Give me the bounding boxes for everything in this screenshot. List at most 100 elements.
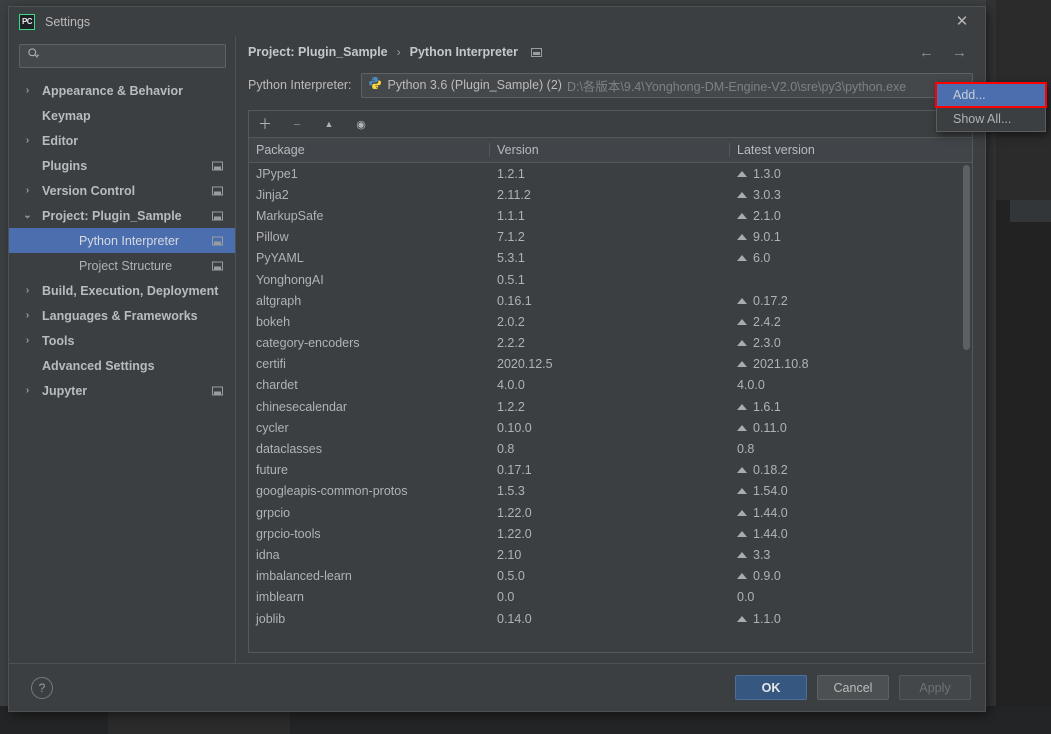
- sidebar-item-plugins[interactable]: Plugins: [9, 153, 235, 178]
- sidebar-item-advanced-settings[interactable]: Advanced Settings: [9, 353, 235, 378]
- table-row[interactable]: googleapis-common-protos1.5.31.54.0: [249, 481, 972, 502]
- column-header-latest-version[interactable]: Latest version: [730, 143, 972, 157]
- dialog-body: ›Appearance & Behavior Keymap ›Editor Plugi…: [9, 36, 985, 663]
- chevron-down-icon[interactable]: ⌄: [21, 210, 34, 221]
- chevron-right-icon[interactable]: ›: [21, 285, 34, 296]
- cell-version: 7.1.2: [490, 230, 730, 244]
- table-row[interactable]: dataclasses0.80.8: [249, 438, 972, 459]
- cell-latest-version: 3.0.3: [730, 188, 972, 202]
- column-header-package[interactable]: Package: [249, 143, 490, 157]
- sidebar-item-project-structure[interactable]: Project Structure: [9, 253, 235, 278]
- chevron-right-icon[interactable]: ›: [21, 135, 34, 146]
- latest-version-text: 1.6.1: [753, 400, 781, 414]
- table-row[interactable]: chinesecalendar1.2.21.6.1: [249, 396, 972, 417]
- cell-latest-version: 3.3: [730, 548, 972, 562]
- sidebar-item-appearance-behavior[interactable]: ›Appearance & Behavior: [9, 78, 235, 103]
- python-icon: [368, 76, 388, 95]
- table-row[interactable]: imbalanced-learn0.5.00.9.0: [249, 566, 972, 587]
- table-row[interactable]: idna2.103.3: [249, 544, 972, 565]
- table-row[interactable]: cycler0.10.00.11.0: [249, 417, 972, 438]
- chevron-right-icon[interactable]: ›: [21, 85, 34, 96]
- ide-right-panel-upper: [996, 132, 1051, 200]
- sidebar-item-jupyter[interactable]: ›Jupyter: [9, 378, 235, 403]
- latest-version-text: 0.8: [737, 442, 754, 456]
- dropdown-item-show-all[interactable]: Show All...: [937, 107, 1045, 131]
- help-button[interactable]: ?: [31, 677, 53, 699]
- upgrade-available-icon: [737, 488, 747, 494]
- sidebar-item-version-control[interactable]: › Version Control: [9, 178, 235, 203]
- ok-button[interactable]: OK: [735, 675, 807, 700]
- table-row[interactable]: chardet4.0.04.0.0: [249, 375, 972, 396]
- table-row[interactable]: MarkupSafe1.1.12.1.0: [249, 205, 972, 226]
- chevron-right-icon[interactable]: ›: [21, 310, 34, 321]
- close-icon[interactable]: ✕: [939, 7, 985, 36]
- table-row[interactable]: Pillow7.1.29.0.1: [249, 227, 972, 248]
- interpreter-path: D:\各版本\9.4\Yonghong-DM-Engine-V2.0\sre\p…: [567, 76, 950, 95]
- table-row[interactable]: future0.17.10.18.2: [249, 460, 972, 481]
- sidebar-item-project-plugin-sample[interactable]: ⌄Project: Plugin_Sample: [9, 203, 235, 228]
- column-header-version[interactable]: Version: [490, 143, 730, 157]
- sidebar-item-label: Plugins: [42, 159, 87, 173]
- interpreter-combobox[interactable]: Python 3.6 (Plugin_Sample) (2) D:\各版本\9.…: [361, 73, 973, 98]
- table-row[interactable]: Jinja22.11.23.0.3: [249, 184, 972, 205]
- modified-badge-icon: [531, 48, 542, 57]
- settings-content: Project: Plugin_Sample › Python Interpre…: [236, 36, 985, 663]
- upgrade-available-icon: [737, 192, 747, 198]
- table-row[interactable]: JPype11.2.11.3.0: [249, 163, 972, 184]
- cell-version: 0.5.0: [490, 569, 730, 583]
- cell-version: 0.5.1: [490, 273, 730, 287]
- chevron-right-icon[interactable]: ›: [21, 185, 34, 196]
- cancel-button[interactable]: Cancel: [817, 675, 889, 700]
- cell-version: 1.2.1: [490, 167, 730, 181]
- search-box[interactable]: [19, 44, 226, 68]
- packages-scrollbar-thumb[interactable]: [963, 165, 970, 350]
- upgrade-icon[interactable]: ▲: [321, 116, 337, 132]
- search-input[interactable]: [40, 49, 225, 63]
- cell-latest-version: 1.44.0: [730, 506, 972, 520]
- sidebar-item-python-interpreter[interactable]: Python Interpreter: [9, 228, 235, 253]
- packages-scrollbar[interactable]: [962, 163, 971, 652]
- upgrade-available-icon: [737, 573, 747, 579]
- settings-dialog: PC Settings ✕ ›Appearance & Beha: [8, 6, 986, 712]
- forward-arrow-icon[interactable]: →: [952, 45, 967, 60]
- chevron-right-icon[interactable]: ›: [21, 385, 34, 396]
- table-row[interactable]: YonghongAI0.5.1: [249, 269, 972, 290]
- cell-version: 2.0.2: [490, 315, 730, 329]
- table-row[interactable]: grpcio-tools1.22.01.44.0: [249, 523, 972, 544]
- search-icon: [27, 47, 40, 65]
- remove-icon[interactable]: −: [289, 116, 305, 132]
- sidebar-item-label: Version Control: [42, 184, 135, 198]
- upgrade-available-icon: [737, 552, 747, 558]
- table-row[interactable]: category-encoders2.2.22.3.0: [249, 333, 972, 354]
- table-row[interactable]: bokeh2.0.22.4.2: [249, 311, 972, 332]
- add-icon[interactable]: ＋: [257, 116, 273, 132]
- dropdown-item-add[interactable]: Add...: [937, 83, 1045, 107]
- table-row[interactable]: PyYAML5.3.16.0: [249, 248, 972, 269]
- module-badge-icon: [212, 236, 223, 245]
- table-row[interactable]: altgraph0.16.10.17.2: [249, 290, 972, 311]
- sidebar-item-editor[interactable]: ›Editor: [9, 128, 235, 153]
- table-row[interactable]: imblearn0.00.0: [249, 587, 972, 608]
- sidebar-item-build-execution-deployment[interactable]: ›Build, Execution, Deployment: [9, 278, 235, 303]
- table-row[interactable]: certifi2020.12.52021.10.8: [249, 354, 972, 375]
- sidebar-item-tools[interactable]: ›Tools: [9, 328, 235, 353]
- interpreter-name: Python 3.6 (Plugin_Sample) (2): [388, 78, 562, 92]
- show-early-releases-icon[interactable]: ◉: [353, 116, 369, 132]
- sidebar-item-languages-frameworks[interactable]: ›Languages & Frameworks: [9, 303, 235, 328]
- back-arrow-icon[interactable]: ←: [919, 45, 934, 60]
- breadcrumb: Project: Plugin_Sample › Python Interpre…: [236, 36, 985, 68]
- latest-version-text: 9.0.1: [753, 230, 781, 244]
- apply-button: Apply: [899, 675, 971, 700]
- table-row[interactable]: joblib0.14.01.1.0: [249, 608, 972, 629]
- cell-latest-version: 1.1.0: [730, 612, 972, 626]
- sidebar-item-label: Keymap: [42, 109, 91, 123]
- upgrade-available-icon: [737, 298, 747, 304]
- upgrade-available-icon: [737, 616, 747, 622]
- breadcrumb-root[interactable]: Project: Plugin_Sample: [248, 45, 388, 59]
- table-row[interactable]: grpcio1.22.01.44.0: [249, 502, 972, 523]
- chevron-right-icon[interactable]: ›: [21, 335, 34, 346]
- cell-package-name: joblib: [249, 612, 490, 626]
- sidebar-item-keymap[interactable]: Keymap: [9, 103, 235, 128]
- cell-latest-version: 1.44.0: [730, 527, 972, 541]
- cell-version: 1.1.1: [490, 209, 730, 223]
